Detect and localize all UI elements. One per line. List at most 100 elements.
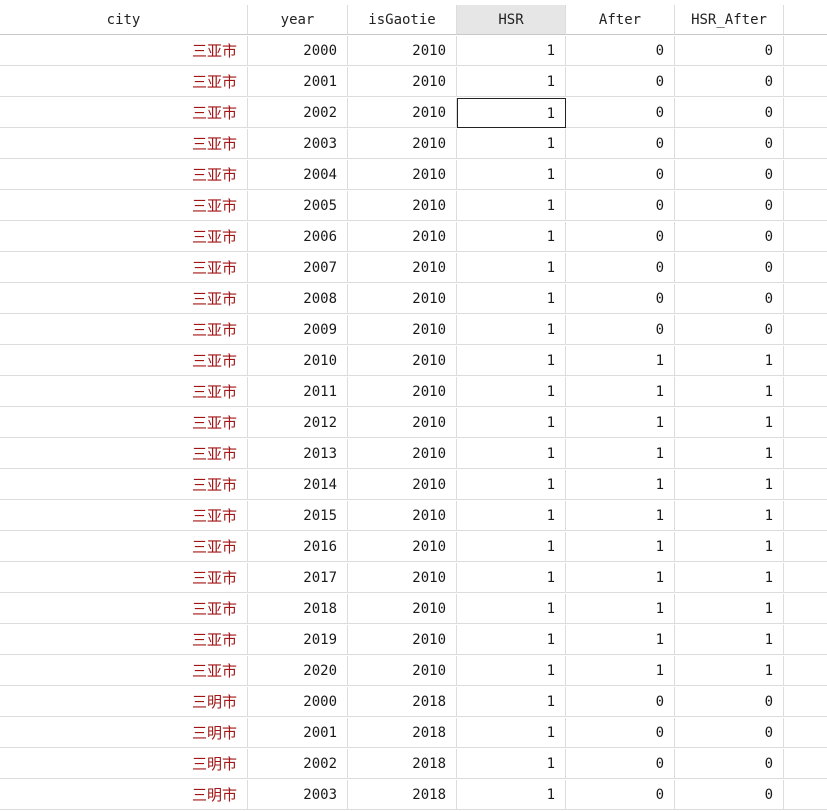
cell-after[interactable]: 1 (566, 439, 675, 469)
cell-isgaotie[interactable]: 2018 (348, 687, 457, 717)
table-row[interactable]: 三亚市 2018 2010 1 1 1 (0, 594, 827, 625)
cell-isgaotie[interactable]: 2010 (348, 439, 457, 469)
cell-hsr-after[interactable]: 0 (675, 718, 784, 748)
cell-hsr-after[interactable]: 1 (675, 408, 784, 438)
cell-after[interactable]: 1 (566, 563, 675, 593)
cell-year[interactable]: 2017 (248, 563, 348, 593)
cell-year[interactable]: 2004 (248, 160, 348, 190)
cell-city[interactable]: 三亚市 (0, 408, 248, 438)
cell-isgaotie[interactable]: 2010 (348, 656, 457, 686)
cell-hsr-after[interactable]: 0 (675, 36, 784, 66)
cell-after[interactable]: 0 (566, 36, 675, 66)
table-row[interactable]: 三亚市 2013 2010 1 1 1 (0, 439, 827, 470)
cell-hsr[interactable]: 1 (457, 625, 566, 655)
cell-hsr[interactable]: 1 (457, 780, 566, 810)
cell-hsr-after[interactable]: 1 (675, 470, 784, 500)
cell-year[interactable]: 2002 (248, 749, 348, 779)
cell-after[interactable]: 0 (566, 129, 675, 159)
cell-city[interactable]: 三亚市 (0, 532, 248, 562)
cell-hsr-after[interactable]: 1 (675, 656, 784, 686)
cell-hsr-after[interactable]: 0 (675, 67, 784, 97)
cell-city[interactable]: 三亚市 (0, 160, 248, 190)
cell-hsr-after[interactable]: 0 (675, 129, 784, 159)
cell-city[interactable]: 三明市 (0, 780, 248, 810)
cell-hsr-after[interactable]: 1 (675, 563, 784, 593)
cell-hsr-after[interactable]: 0 (675, 284, 784, 314)
cell-hsr-after[interactable]: 0 (675, 687, 784, 717)
cell-hsr[interactable]: 1 (457, 377, 566, 407)
cell-hsr-after[interactable]: 0 (675, 780, 784, 810)
cell-hsr-after[interactable]: 0 (675, 160, 784, 190)
cell-after[interactable]: 1 (566, 625, 675, 655)
cell-hsr-after[interactable]: 1 (675, 346, 784, 376)
cell-year[interactable]: 2006 (248, 222, 348, 252)
cell-year[interactable]: 2001 (248, 718, 348, 748)
table-row[interactable]: 三亚市 2007 2010 1 0 0 (0, 253, 827, 284)
cell-city[interactable]: 三亚市 (0, 470, 248, 500)
cell-year[interactable]: 2011 (248, 377, 348, 407)
table-row[interactable]: 三亚市 2012 2010 1 1 1 (0, 408, 827, 439)
cell-city[interactable]: 三明市 (0, 718, 248, 748)
column-header-isgaotie[interactable]: isGaotie (348, 5, 457, 35)
cell-isgaotie[interactable]: 2018 (348, 780, 457, 810)
cell-year[interactable]: 2000 (248, 36, 348, 66)
column-header-after[interactable]: After (566, 5, 675, 35)
cell-year[interactable]: 2000 (248, 687, 348, 717)
cell-isgaotie[interactable]: 2010 (348, 532, 457, 562)
cell-year[interactable]: 2012 (248, 408, 348, 438)
cell-city[interactable]: 三亚市 (0, 129, 248, 159)
cell-city[interactable]: 三亚市 (0, 284, 248, 314)
cell-hsr[interactable]: 1 (457, 718, 566, 748)
table-row[interactable]: 三亚市 2009 2010 1 0 0 (0, 315, 827, 346)
cell-hsr[interactable]: 1 (457, 284, 566, 314)
table-row[interactable]: 三亚市 2017 2010 1 1 1 (0, 563, 827, 594)
cell-hsr-after[interactable]: 0 (675, 222, 784, 252)
cell-isgaotie[interactable]: 2010 (348, 129, 457, 159)
cell-year[interactable]: 2001 (248, 67, 348, 97)
cell-isgaotie[interactable]: 2018 (348, 718, 457, 748)
cell-hsr-after[interactable]: 0 (675, 315, 784, 345)
table-row[interactable]: 三明市 2000 2018 1 0 0 (0, 687, 827, 718)
cell-hsr[interactable]: 1 (457, 160, 566, 190)
cell-hsr[interactable]: 1 (457, 439, 566, 469)
cell-city[interactable]: 三亚市 (0, 501, 248, 531)
cell-year[interactable]: 2020 (248, 656, 348, 686)
cell-isgaotie[interactable]: 2010 (348, 594, 457, 624)
cell-isgaotie[interactable]: 2010 (348, 346, 457, 376)
cell-city[interactable]: 三亚市 (0, 377, 248, 407)
cell-hsr[interactable]: 1 (457, 501, 566, 531)
table-row[interactable]: 三亚市 2019 2010 1 1 1 (0, 625, 827, 656)
cell-after[interactable]: 0 (566, 780, 675, 810)
cell-year[interactable]: 2013 (248, 439, 348, 469)
cell-after[interactable]: 1 (566, 532, 675, 562)
cell-isgaotie[interactable]: 2010 (348, 191, 457, 221)
cell-city[interactable]: 三亚市 (0, 625, 248, 655)
cell-hsr-after[interactable]: 0 (675, 253, 784, 283)
cell-hsr[interactable]: 1 (457, 563, 566, 593)
cell-after[interactable]: 1 (566, 501, 675, 531)
cell-city[interactable]: 三亚市 (0, 656, 248, 686)
cell-after[interactable]: 1 (566, 377, 675, 407)
table-row[interactable]: 三亚市 2016 2010 1 1 1 (0, 532, 827, 563)
cell-year[interactable]: 2016 (248, 532, 348, 562)
cell-city[interactable]: 三明市 (0, 687, 248, 717)
cell-hsr[interactable]: 1 (457, 470, 566, 500)
cell-hsr-after[interactable]: 1 (675, 377, 784, 407)
cell-city[interactable]: 三亚市 (0, 346, 248, 376)
table-row[interactable]: 三亚市 2020 2010 1 1 1 (0, 656, 827, 687)
table-row[interactable]: 三亚市 2003 2010 1 0 0 (0, 129, 827, 160)
cell-hsr-after[interactable]: 1 (675, 594, 784, 624)
column-header-year[interactable]: year (248, 5, 348, 35)
cell-isgaotie[interactable]: 2010 (348, 160, 457, 190)
cell-after[interactable]: 0 (566, 718, 675, 748)
table-row[interactable]: 三明市 2003 2018 1 0 0 (0, 780, 827, 811)
cell-city[interactable]: 三亚市 (0, 315, 248, 345)
cell-year[interactable]: 2018 (248, 594, 348, 624)
cell-after[interactable]: 1 (566, 656, 675, 686)
cell-after[interactable]: 0 (566, 315, 675, 345)
cell-hsr-after[interactable]: 0 (675, 749, 784, 779)
cell-isgaotie[interactable]: 2010 (348, 284, 457, 314)
cell-isgaotie[interactable]: 2010 (348, 98, 457, 128)
cell-hsr[interactable]: 1 (457, 129, 566, 159)
cell-hsr[interactable]: 1 (457, 749, 566, 779)
